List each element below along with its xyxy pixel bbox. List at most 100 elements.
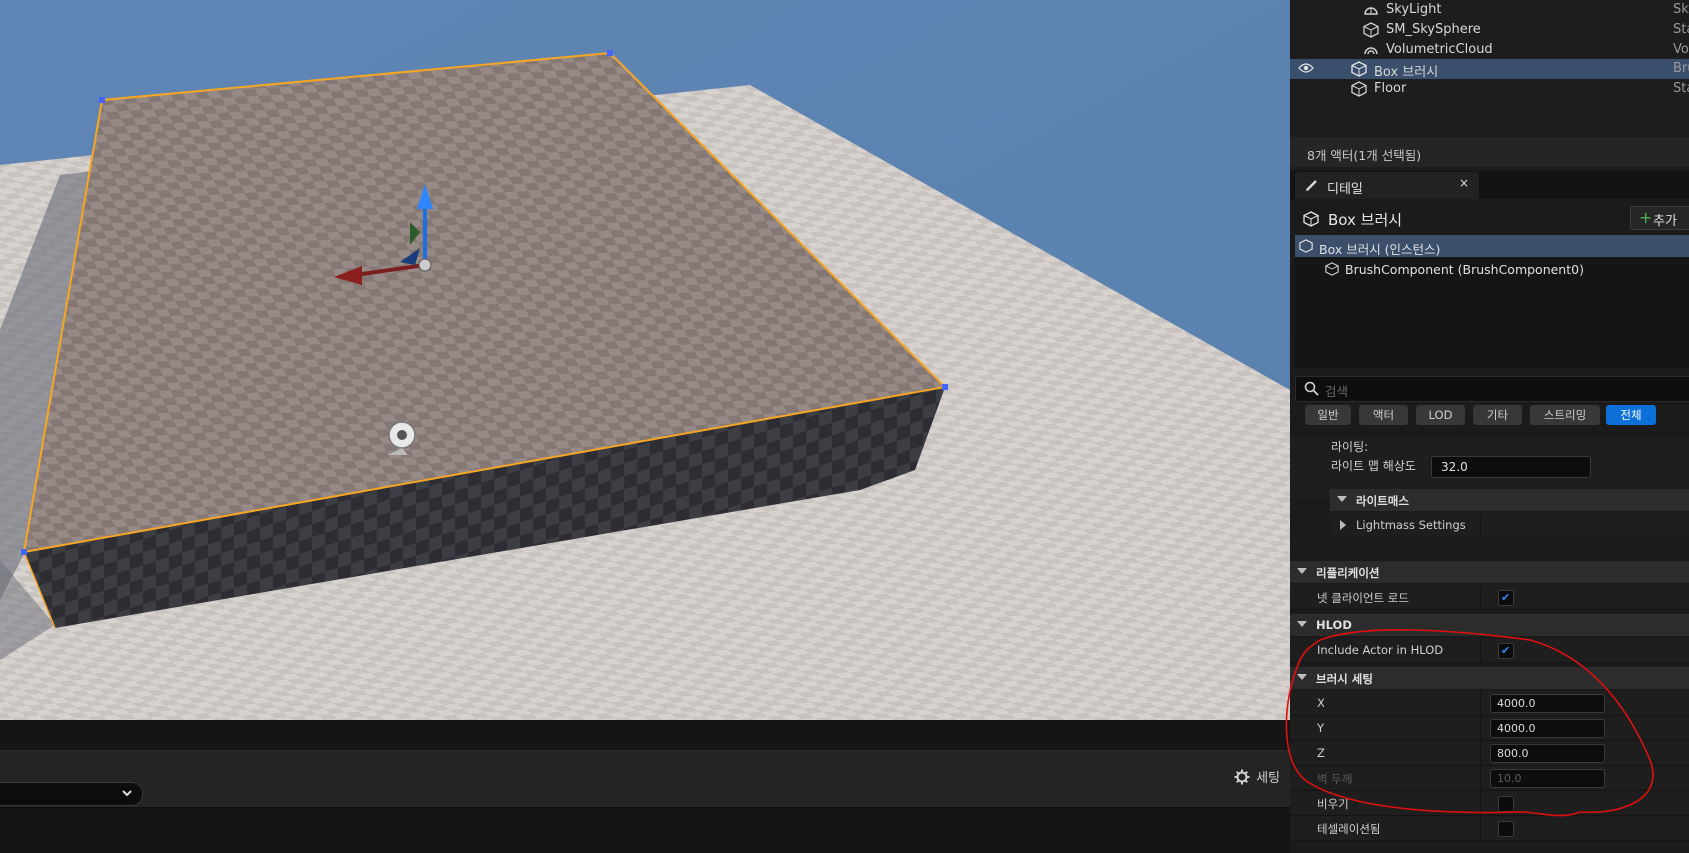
add-component-button[interactable]: + 추가 [1630,206,1689,230]
hollow-checkbox[interactable] [1498,796,1514,812]
net-load-checkbox[interactable]: ✔ [1498,590,1514,606]
details-panel: Box 브러시 + 추가 Box 브러시 (인스턴스) BrushCompone… [1290,199,1689,853]
filter-misc[interactable]: 기타 [1473,405,1522,425]
lightmass-settings-label: Lightmass Settings [1356,518,1466,532]
lightmap-label: 라이트 맵 해상도 [1331,459,1416,473]
section-hlod[interactable]: HLOD [1290,614,1689,636]
bottom-panel: 세팅 [0,720,1290,853]
lighting-label: 라이팅: [1331,440,1369,454]
details-title: Box 브러시 [1328,211,1403,229]
tab-details-label: 디테일 [1327,182,1363,197]
tessellated-checkbox[interactable] [1498,821,1514,837]
details-tabbar: 디테일 × [1290,171,1689,199]
plus-icon: + [1639,208,1653,227]
hollow-row: 비우기 [1290,791,1689,816]
static-mesh-icon [1325,262,1339,276]
search-icon [1304,381,1319,396]
section-brush-label: 브러시 세팅 [1316,672,1373,686]
lightmass-settings-row[interactable]: Lightmass Settings [1330,513,1689,538]
outliner-row[interactable]: SM_SkySphere Sta [1290,20,1689,40]
outliner-status: 8개 액터(1개 선택됨) [1290,137,1689,167]
brush-y-row: Y 4000.0 [1290,716,1689,741]
outliner-type: Bru [1673,61,1689,76]
brush-x-row: X 4000.0 [1290,691,1689,716]
outliner-label: Box 브러시 [1374,65,1439,80]
outliner-type: Vo [1673,42,1689,57]
section-hlod-label: HLOD [1316,618,1352,632]
eye-icon[interactable] [1298,62,1314,74]
tessellated-row: 테셀레이션됨 [1290,816,1689,841]
wall-thickness-label: 벽 두께 [1317,772,1353,786]
net-load-label: 넷 클라이언트 로드 [1317,591,1409,605]
lightmap-input[interactable]: 32.0 [1431,456,1591,478]
level-viewport[interactable] [0,0,1290,720]
include-hlod-label: Include Actor in HLOD [1317,643,1444,657]
net-load-row: 넷 클라이언트 로드 ✔ [1290,585,1689,610]
close-icon[interactable]: × [1459,176,1469,190]
add-label: 추가 [1653,214,1677,229]
brush-z-input[interactable]: 800.0 [1490,744,1605,763]
outliner-row[interactable]: VolumetricCloud Vo [1290,40,1689,60]
outliner-type: Sta [1673,81,1689,96]
wall-thickness-input: 10.0 [1490,769,1605,788]
section-lightmass-label: 라이트매스 [1356,494,1409,508]
section-replication[interactable]: 리플리케이션 [1290,561,1689,583]
tessellated-label: 테셀레이션됨 [1317,822,1381,836]
brush-x-input[interactable]: 4000.0 [1490,694,1605,713]
actor-count: 8개 액터(1개 선택됨) [1307,148,1422,163]
lightmap-value: 32.0 [1441,460,1468,474]
world-outliner: SkyLight Sky SM_SkySphere Sta Volumetric… [1290,0,1689,133]
include-hlod-checkbox[interactable]: ✔ [1498,643,1514,659]
tab-details[interactable]: 디테일 × [1295,172,1479,199]
search-placeholder: 검색 [1325,384,1349,399]
brush-z-row: Z 800.0 [1290,741,1689,766]
bottom-dropdown[interactable] [0,782,143,806]
brush-x-value: 4000.0 [1497,697,1536,710]
outliner-row[interactable]: Floor Sta [1290,79,1689,99]
outliner-row[interactable]: SkyLight Sky [1290,0,1689,20]
hollow-label: 비우기 [1317,797,1349,811]
viewport-settings-button[interactable]: 세팅 [1234,767,1280,786]
filter-bar: 일반 액터 LOD 기타 스트리밍 전체 [1290,405,1689,429]
brush-icon [1303,211,1319,227]
gear-icon [1234,769,1250,784]
brush-y-value: 4000.0 [1497,722,1536,735]
skylight-icon [1364,7,1378,15]
static-mesh-icon [1351,81,1367,97]
brush-y-input[interactable]: 4000.0 [1490,719,1605,738]
filter-actor[interactable]: 액터 [1359,405,1408,425]
section-brush-settings[interactable]: 브러시 세팅 [1290,667,1689,689]
chevron-right-icon [1340,520,1346,530]
filter-general[interactable]: 일반 [1305,405,1351,425]
brush-y-label: Y [1317,721,1325,735]
wall-thickness-value: 10.0 [1497,772,1522,785]
component-label: BrushComponent (BrushComponent0) [1345,262,1584,277]
wall-thickness-row: 벽 두께 10.0 [1290,766,1689,791]
brush-icon [1299,239,1313,253]
outliner-type: Sta [1673,22,1689,37]
right-panel: SkyLight Sky SM_SkySphere Sta Volumetric… [1290,0,1689,853]
details-search-input[interactable]: 검색 [1295,376,1689,402]
filter-all[interactable]: 전체 [1606,405,1656,425]
brush-z-value: 800.0 [1497,747,1529,760]
brush-icon [1351,61,1367,77]
component-label: Box 브러시 (인스턴스) [1319,242,1441,257]
cloud-icon [1364,47,1378,55]
outliner-label: SkyLight [1386,2,1442,17]
static-mesh-icon [1363,22,1379,38]
filter-streaming[interactable]: 스트리밍 [1530,405,1600,425]
component-row-selected[interactable]: Box 브러시 (인스턴스) [1295,235,1689,257]
component-tree: Box 브러시 (인스턴스) BrushComponent (BrushComp… [1295,235,1689,368]
section-replication-label: 리플리케이션 [1316,566,1380,580]
outliner-label: SM_SkySphere [1386,22,1481,37]
section-lightmass[interactable]: 라이트매스 [1330,489,1689,511]
outliner-row-selected[interactable]: Box 브러시 Bru [1290,59,1689,80]
pencil-icon [1306,180,1317,191]
component-row[interactable]: BrushComponent (BrushComponent0) [1295,258,1689,280]
include-hlod-row: Include Actor in HLOD ✔ [1290,638,1689,663]
outliner-label: Floor [1374,81,1407,96]
outliner-label: VolumetricCloud [1386,42,1493,57]
outliner-type: Sky [1673,2,1689,17]
chevron-down-icon [122,790,132,797]
filter-lod[interactable]: LOD [1416,405,1465,425]
